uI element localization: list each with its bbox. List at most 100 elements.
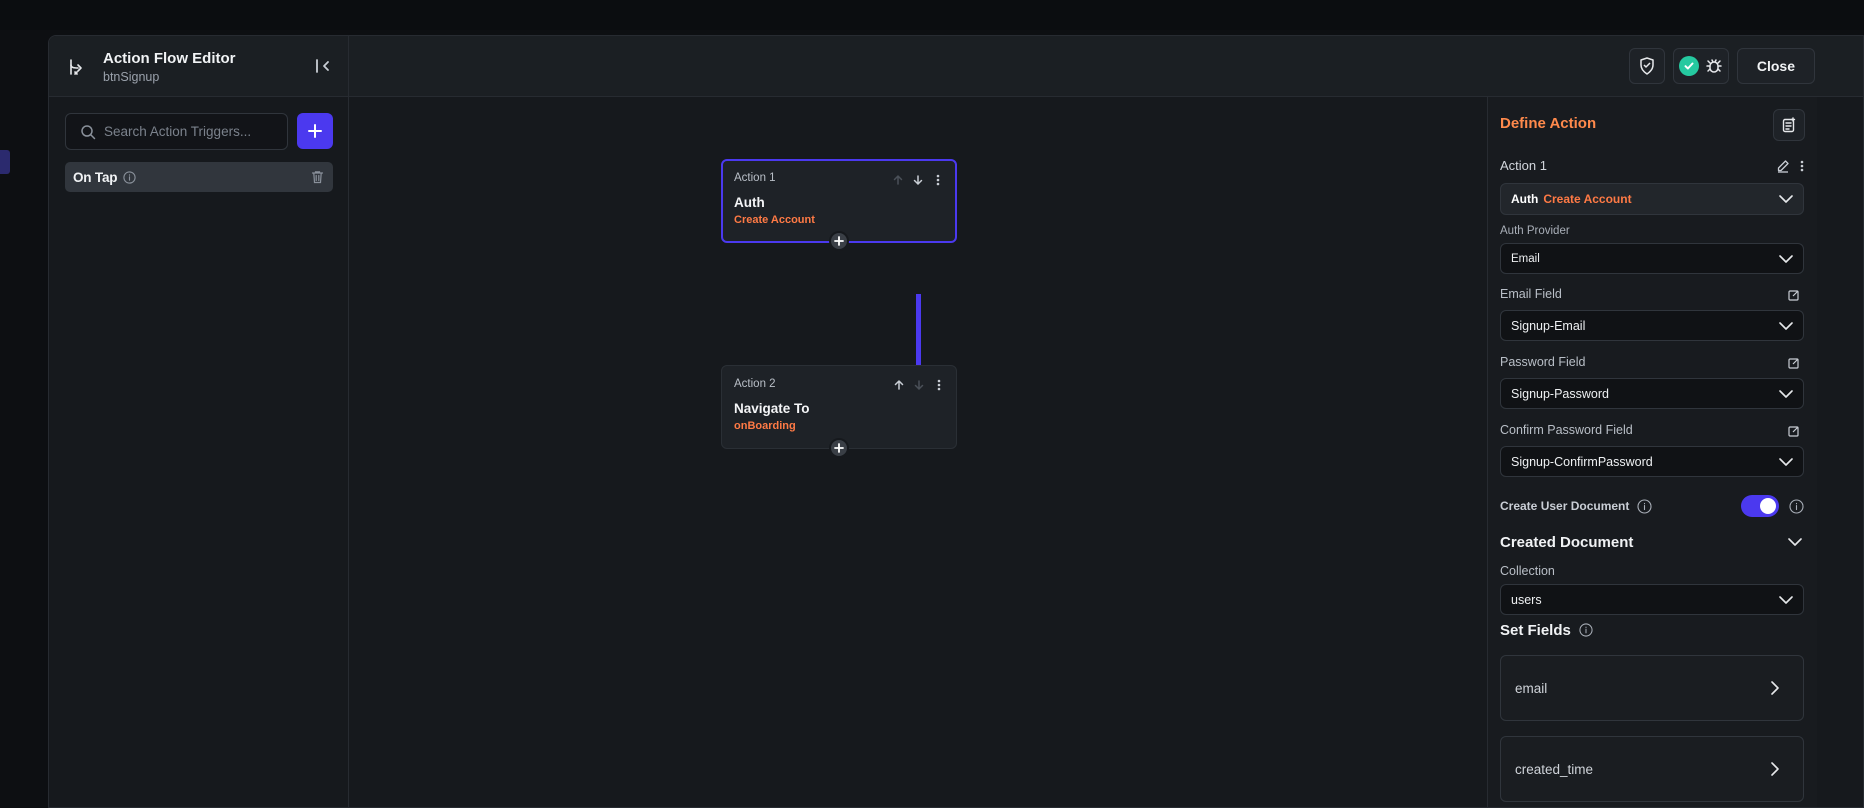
- collection-row: Collection: [1500, 564, 1804, 578]
- bug-icon: [1705, 57, 1723, 75]
- modal-title: Action Flow Editor: [103, 49, 236, 67]
- move-up-icon[interactable]: [891, 173, 905, 187]
- trash-icon[interactable]: [311, 170, 325, 184]
- action-title: Auth: [734, 195, 765, 210]
- action-card-1[interactable]: Action 1 Auth Create Account: [721, 159, 957, 251]
- move-up-icon[interactable]: [892, 378, 906, 392]
- chevron-down-icon: [1779, 321, 1793, 330]
- trigger-item-on-tap[interactable]: On Tap: [65, 162, 333, 192]
- auth-provider-label: Auth Provider: [1500, 225, 1570, 237]
- action-type-select[interactable]: Auth Create Account: [1500, 183, 1804, 215]
- create-user-document-row: Create User Document: [1500, 493, 1804, 519]
- action-subtitle: onBoarding: [734, 420, 796, 432]
- trigger-label: On Tap: [73, 169, 118, 185]
- chevron-right-icon: [1771, 762, 1779, 776]
- search-input[interactable]: [104, 124, 274, 139]
- info-icon[interactable]: [123, 170, 136, 184]
- plus-icon: [834, 443, 844, 453]
- info-icon[interactable]: [1637, 498, 1652, 514]
- close-button[interactable]: Close: [1736, 48, 1815, 84]
- collection-label: Collection: [1500, 564, 1555, 578]
- password-field-label: Password Field: [1500, 355, 1586, 369]
- chevron-down-icon: [1779, 389, 1793, 398]
- auth-provider-row: Auth Provider: [1500, 225, 1804, 237]
- confirm-password-value: Signup-ConfirmPassword: [1511, 454, 1653, 469]
- search-icon: [80, 124, 96, 140]
- check-icon: [1678, 56, 1699, 76]
- action-label: Action 1: [1500, 158, 1547, 173]
- chevron-down-icon: [1779, 195, 1793, 203]
- more-options-icon[interactable]: [1800, 160, 1804, 172]
- email-field-row: Email Field: [1500, 287, 1804, 301]
- action-card-2[interactable]: Action 2 Navigate To onBoarding: [721, 365, 957, 458]
- background-app-topbar: [0, 0, 1864, 30]
- chevron-down-icon: [1788, 538, 1802, 546]
- chevron-down-icon: [1779, 595, 1793, 604]
- add-action-button[interactable]: [829, 231, 849, 251]
- action-flow-icon: [65, 56, 87, 78]
- add-action-button[interactable]: [829, 438, 849, 458]
- collection-value: users: [1511, 592, 1542, 607]
- email-field-select[interactable]: Signup-Email: [1500, 310, 1804, 341]
- collection-select[interactable]: users: [1500, 584, 1804, 615]
- action-header-row: Action 1: [1500, 158, 1804, 173]
- created-document-title: Created Document: [1500, 533, 1634, 551]
- field-item-created-time[interactable]: created_time: [1500, 736, 1804, 802]
- widget-name: btnSignup: [103, 69, 160, 84]
- edit-variable-icon[interactable]: [1788, 425, 1800, 437]
- docs-button[interactable]: [1773, 109, 1805, 141]
- action-flow-canvas[interactable]: Action 1 Auth Create Account Action 2 Na…: [349, 97, 1487, 807]
- header-actions: Close: [1628, 48, 1815, 84]
- action-card-tools: [891, 173, 945, 187]
- confirm-password-row: Confirm Password Field: [1500, 423, 1804, 437]
- trigger-search[interactable]: [65, 113, 288, 150]
- collapse-panel-icon[interactable]: [313, 56, 333, 76]
- field-name: email: [1515, 680, 1548, 696]
- field-item-email[interactable]: email: [1500, 655, 1804, 721]
- more-options-icon[interactable]: [931, 173, 945, 187]
- plus-icon: [834, 236, 844, 246]
- password-field-row: Password Field: [1500, 355, 1804, 369]
- info-icon[interactable]: [1789, 498, 1804, 514]
- chevron-down-icon: [1779, 254, 1793, 263]
- email-field-label: Email Field: [1500, 287, 1562, 301]
- confirm-password-label: Confirm Password Field: [1500, 423, 1633, 437]
- action-card-tools: [892, 378, 946, 392]
- modal-header: Action Flow Editor btnSignup Close: [49, 36, 1863, 97]
- add-trigger-button[interactable]: [297, 113, 333, 149]
- created-document-section[interactable]: Created Document: [1500, 531, 1804, 553]
- set-fields-title: Set Fields: [1500, 621, 1571, 639]
- plus-icon: [308, 124, 322, 138]
- info-icon[interactable]: [1579, 623, 1593, 637]
- password-field-value: Signup-Password: [1511, 386, 1609, 401]
- password-field-select[interactable]: Signup-Password: [1500, 378, 1804, 409]
- brain-shield-icon: [1637, 56, 1657, 76]
- action-title: Navigate To: [734, 401, 810, 416]
- chevron-right-icon: [1771, 681, 1779, 695]
- action-subtype: Create Account: [1543, 192, 1632, 206]
- create-user-document-toggle[interactable]: [1741, 495, 1779, 517]
- set-fields-header: Set Fields: [1500, 619, 1804, 641]
- auth-provider-select[interactable]: Email: [1500, 243, 1804, 274]
- define-action-panel: Define Action Action 1 Auth Create Accou…: [1487, 97, 1817, 807]
- background-sidebar-highlight: [0, 150, 10, 174]
- validation-status[interactable]: [1672, 48, 1729, 84]
- move-down-icon[interactable]: [911, 173, 925, 187]
- create-user-document-label: Create User Document: [1500, 499, 1630, 513]
- action-triggers-panel: On Tap: [49, 97, 349, 807]
- document-icon: [1781, 117, 1797, 133]
- action-flow-editor-modal: Action Flow Editor btnSignup Close Searc…: [48, 35, 1864, 808]
- confirm-password-select[interactable]: Signup-ConfirmPassword: [1500, 446, 1804, 477]
- email-field-value: Signup-Email: [1511, 318, 1586, 333]
- more-options-icon[interactable]: [932, 378, 946, 392]
- ai-assist-button[interactable]: [1628, 48, 1665, 84]
- auth-provider-value: Email: [1511, 252, 1540, 265]
- chevron-down-icon: [1779, 457, 1793, 466]
- edit-icon[interactable]: [1776, 159, 1790, 173]
- action-type: Auth: [1511, 192, 1539, 206]
- action-subtitle: Create Account: [734, 214, 815, 226]
- panel-title: Define Action: [1500, 115, 1597, 132]
- edit-variable-icon[interactable]: [1788, 357, 1800, 369]
- edit-variable-icon[interactable]: [1788, 289, 1800, 301]
- move-down-icon[interactable]: [912, 378, 926, 392]
